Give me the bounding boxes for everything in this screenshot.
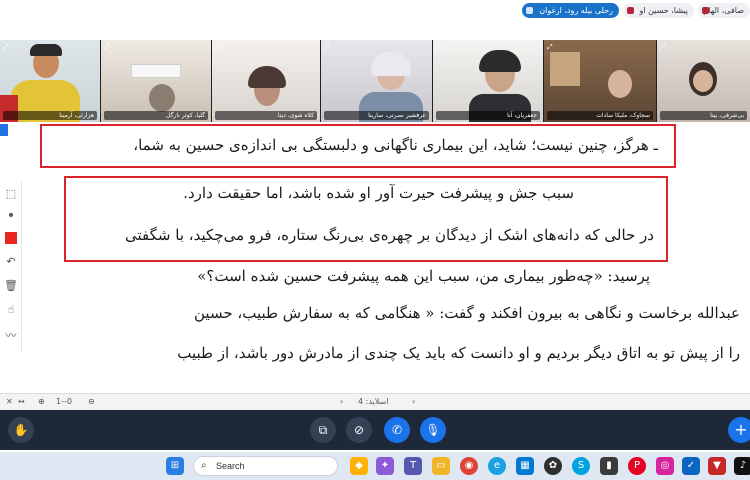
file-explorer-icon[interactable]: ▭	[432, 457, 450, 475]
top-bar: رحلی بیله رود، ارغوان پیشا، حسین او صافی…	[0, 0, 750, 22]
slide-text-line: در حالی که دانه‌های اشک از دیدگان بر چهر…	[125, 226, 654, 244]
annotation-toolbar: ⬚ • ↶ 🗑 ☝ 〰	[0, 182, 22, 352]
slide-text-line: عبدالله برخاست و نگاهی به بیرون افکند و …	[194, 304, 740, 322]
participant-name: هزارئی، آرمینا	[3, 111, 97, 120]
hair-shape	[248, 66, 286, 88]
user-icon	[702, 7, 709, 14]
zoom-in-icon[interactable]: ⊕	[38, 396, 45, 408]
shared-slide: ـ هرگز، چنین نیست؛ شاید، این بیماری ناگه…	[0, 122, 750, 392]
slide-text-line: پرسید: «چه‌طور بیماری من، سبب این همه پی…	[197, 267, 650, 285]
scarf-shape	[371, 52, 411, 76]
video-strip: ⤢ هزارئی، آرمینا ⤢ گلیا، کوثر نارگل ⤢ کل…	[0, 40, 750, 122]
video-tile[interactable]: ⤢ کلاه شوی، دینا	[212, 40, 320, 122]
cabinet-shape	[550, 52, 580, 86]
phone-icon[interactable]: ✆	[384, 417, 410, 443]
participant-name: عرفشیر نصرتی، سارینا	[324, 111, 429, 120]
search-icon: ⌕	[201, 460, 207, 471]
slide-nav-bar: ✕ ↔ ⊕ 1--0 ⊖ › اسلاید: 4 ‹	[0, 393, 750, 410]
zoom-out-icon[interactable]: ⊖	[88, 396, 95, 408]
video-tile[interactable]: ⤢ بی‌شرقی، بیتا	[657, 40, 750, 122]
expand-icon[interactable]: ⤢	[547, 43, 556, 52]
undo-icon[interactable]: ↶	[3, 254, 19, 270]
slide-text-line: را از پیش تو به اتاق دیگر بردیم و او دان…	[177, 344, 740, 362]
copilot-icon[interactable]: ✦	[376, 457, 394, 475]
participant-chip[interactable]: پیشا، حسین او	[623, 3, 694, 18]
pointer-icon[interactable]: ☝	[3, 302, 19, 318]
windows-start-icon[interactable]: ⊞	[166, 457, 184, 475]
participant-name: گلیا، کوثر نارگل	[104, 111, 208, 120]
tiktok-icon[interactable]: ♪	[734, 457, 750, 475]
app-icon[interactable]: ✓	[682, 457, 700, 475]
close-icon[interactable]: ✕	[6, 396, 13, 408]
widgets-icon[interactable]: ◆	[350, 457, 368, 475]
expand-icon[interactable]: ⤢	[215, 43, 224, 52]
participant-chip[interactable]: صافی، الهام	[698, 3, 750, 18]
slide-text-line: ـ هرگز، چنین نیست؛ شاید، این بیماری ناگه…	[133, 136, 658, 154]
video-tile[interactable]: ⤢ جعفریان، آنا	[433, 40, 543, 122]
instagram-icon[interactable]: ◎	[656, 457, 674, 475]
chart-line-icon[interactable]: 〰	[3, 328, 19, 344]
trash-icon[interactable]: 🗑	[3, 278, 19, 294]
face-shape	[693, 70, 713, 92]
expand-icon[interactable]: ⤢	[436, 43, 445, 52]
os-taskbar: ⊞ ⌕ Search ◆ ✦ T ▭ ◉ e ▦ ✿ S ▮ P ◎ ✓ ▼ ♪	[0, 452, 750, 480]
ac-unit	[131, 64, 181, 78]
hand-icon[interactable]: ✋	[8, 417, 34, 443]
participant-chip-label: پیشا، حسین او	[639, 6, 688, 15]
slide-number-select[interactable]: اسلاید: 4	[358, 396, 388, 408]
skype-icon[interactable]: S	[572, 457, 590, 475]
participant-name: سجاوک، ملیکا سادات	[547, 111, 653, 120]
call-controls: ✋ ⧉ ⊘ ✆ 🎙 +	[0, 410, 750, 450]
user-icon	[526, 7, 533, 14]
hair-shape	[479, 50, 521, 72]
slide-text-line: سبب جش و پیشرفت حیرت آور او شده باشد، ام…	[183, 184, 574, 202]
shield-icon[interactable]: ▼	[708, 457, 726, 475]
next-slide-icon[interactable]: ›	[340, 396, 343, 408]
participant-video	[149, 84, 175, 112]
pen-color-swatch	[5, 232, 17, 244]
edge-icon[interactable]: e	[488, 457, 506, 475]
share-screen-icon[interactable]: ⧉	[310, 417, 336, 443]
store-icon[interactable]: ▦	[516, 457, 534, 475]
teams-icon[interactable]: T	[404, 457, 422, 475]
microphone-icon[interactable]: 🎙	[420, 417, 446, 443]
plus-icon[interactable]: +	[728, 417, 750, 443]
camera-off-icon[interactable]: ⊘	[346, 417, 372, 443]
chrome-icon[interactable]: ◉	[460, 457, 478, 475]
search-placeholder: Search	[216, 461, 245, 471]
participant-video	[608, 70, 632, 98]
participant-name: کلاه شوی، دینا	[215, 111, 317, 120]
chatgpt-icon[interactable]: ✿	[544, 457, 562, 475]
meeting-app: رحلی بیله رود، ارغوان پیشا، حسین او صافی…	[0, 0, 750, 480]
dot-size-icon[interactable]: •	[3, 208, 19, 224]
fit-width-icon[interactable]: ↔	[18, 396, 25, 408]
expand-icon[interactable]: ⤢	[324, 43, 333, 52]
expand-icon[interactable]: ⤢	[660, 43, 669, 52]
video-tile[interactable]: ⤢ سجاوک، ملیکا سادات	[544, 40, 656, 122]
participant-chip-label: رحلی بیله رود، ارغوان	[539, 6, 613, 15]
participant-name: بی‌شرقی، بیتا	[660, 111, 747, 120]
video-tile[interactable]: ⤢ هزارئی، آرمینا	[0, 40, 100, 122]
expand-icon[interactable]: ⤢	[104, 43, 113, 52]
expand-icon[interactable]: ⤢	[3, 43, 12, 52]
slide-marker	[0, 124, 8, 136]
select-box-icon[interactable]: ⬚	[3, 186, 19, 202]
participant-chip[interactable]: رحلی بیله رود، ارغوان	[522, 3, 619, 18]
taskbar-search[interactable]: ⌕ Search	[193, 456, 338, 476]
prev-slide-icon[interactable]: ‹	[412, 396, 415, 408]
participant-name: جعفریان، آنا	[436, 111, 540, 120]
zoom-level: 1--0	[56, 397, 72, 406]
pinterest-icon[interactable]: P	[628, 457, 646, 475]
color-picker[interactable]	[3, 230, 19, 246]
participant-chip-label: صافی، الهام	[703, 6, 744, 15]
video-tile[interactable]: ⤢ عرفشیر نصرتی، سارینا	[321, 40, 432, 122]
user-icon	[627, 7, 634, 14]
terminal-icon[interactable]: ▮	[600, 457, 618, 475]
video-tile[interactable]: ⤢ گلیا، کوثر نارگل	[101, 40, 211, 122]
cap-shape	[30, 44, 62, 56]
